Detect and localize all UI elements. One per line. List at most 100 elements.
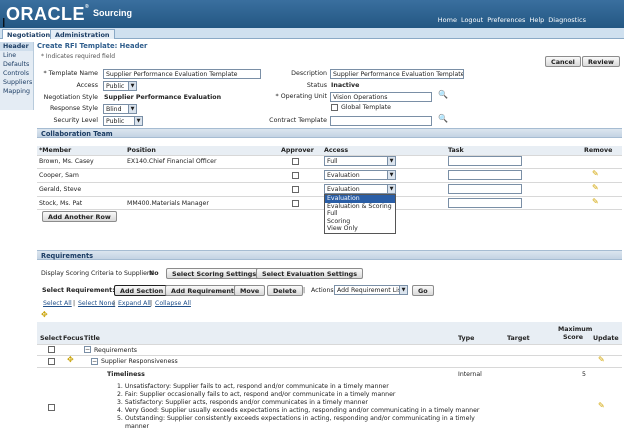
remove-icon[interactable]: ✎ [592, 197, 599, 206]
collapse-icon[interactable]: − [84, 346, 91, 353]
tab-administration[interactable]: Administration [50, 29, 115, 39]
chevron-down-icon: ▼ [134, 117, 142, 125]
search-icon[interactable]: 🔍 [438, 90, 448, 99]
requirements-table-header [37, 322, 622, 344]
preferences-link[interactable]: Preferences [487, 16, 525, 24]
task-input[interactable] [448, 198, 522, 208]
remove-icon[interactable]: ✎ [592, 183, 599, 192]
oracle-logo: ORACLE® [6, 4, 90, 24]
go-button[interactable]: Go [412, 285, 434, 296]
access-select[interactable]: Evaluation ▼ [324, 184, 396, 194]
search-icon[interactable]: 🔍 [438, 114, 448, 123]
focus-icon[interactable]: ✥ [67, 355, 74, 364]
side-navigation: Header Line Defaults Controls Suppliers … [0, 42, 34, 110]
sidenav-header[interactable]: Header [0, 42, 33, 51]
select-none-link[interactable]: Select None [78, 300, 115, 307]
separator: | [303, 287, 306, 294]
dropdown-option[interactable]: Full [325, 210, 395, 218]
chevron-down-icon: ▼ [387, 171, 395, 179]
security-level-select[interactable]: Public ▼ [103, 116, 143, 126]
help-link[interactable]: Help [529, 16, 544, 24]
task-input[interactable] [448, 184, 522, 194]
delete-button[interactable]: Delete [267, 285, 303, 296]
global-template-label: Global Template [341, 104, 391, 111]
global-template-checkbox[interactable] [331, 104, 338, 111]
actions-select[interactable]: Add Requirement List ▼ [334, 285, 408, 295]
col-member: *Member [39, 147, 72, 154]
description-label: Description [291, 70, 327, 77]
diagnostics-link[interactable]: Diagnostics [548, 16, 586, 24]
requirement-type: Internal [458, 371, 482, 378]
expand-all-link[interactable]: Expand All [118, 300, 151, 307]
contract-template-input[interactable] [330, 116, 432, 126]
move-button[interactable]: Move [234, 285, 266, 296]
task-input[interactable] [448, 156, 522, 166]
update-icon[interactable]: ✎ [598, 401, 605, 410]
chevron-down-icon: ▼ [128, 82, 136, 90]
chevron-down-icon: ▼ [399, 286, 407, 294]
tab-bar: Negotiations Administration [0, 28, 624, 39]
select-checkbox[interactable] [48, 346, 55, 353]
focus-icon[interactable]: ✥ [41, 310, 48, 319]
sidenav-controls[interactable]: Controls [0, 69, 33, 78]
chevron-down-icon: ▼ [387, 185, 395, 193]
collapse-all-link[interactable]: Collapse All [155, 300, 191, 307]
requirement-max-score: 5 [582, 371, 586, 378]
select-all-link[interactable]: Select All [43, 300, 72, 307]
response-style-select[interactable]: Blind ▼ [103, 104, 137, 114]
select-checkbox[interactable] [48, 404, 55, 411]
update-icon[interactable]: ✎ [598, 355, 605, 364]
scale-line-1: 1. Unsatisfactory: Supplier fails to act… [117, 383, 389, 390]
add-section-button[interactable]: Add Section [114, 285, 170, 296]
col-position: Position [127, 147, 156, 154]
approver-checkbox[interactable] [292, 158, 299, 165]
col-approver: Approver [281, 147, 314, 154]
member-name: Cooper, Sam [39, 172, 79, 179]
scale-line-3: 3. Satisfactory: Supplier acts, responds… [117, 399, 368, 406]
logout-link[interactable]: Logout [461, 16, 483, 24]
remove-icon[interactable]: ✎ [592, 169, 599, 178]
approver-checkbox[interactable] [292, 186, 299, 193]
global-links: Home Logout Preferences Help Diagnostics [438, 16, 586, 24]
sidenav-defaults[interactable]: Defaults [0, 60, 33, 69]
required-note: * Indicates required field [41, 53, 116, 60]
review-button[interactable]: Review [582, 56, 620, 67]
page-title: Create RFI Template: Header [37, 42, 148, 50]
scale-line-4: 4. Very Good: Supplier usually exceeds e… [117, 407, 480, 414]
select-evaluation-settings-button[interactable]: Select Evaluation Settings [256, 268, 364, 279]
add-requirement-button[interactable]: Add Requirement [165, 285, 240, 296]
access-select[interactable]: Evaluation ▼ [324, 170, 396, 180]
sidenav-suppliers[interactable]: Suppliers [0, 78, 33, 87]
operating-unit-input[interactable]: Vision Operations [330, 92, 432, 102]
cancel-button[interactable]: Cancel [545, 56, 581, 67]
col-title: Title [84, 335, 100, 342]
scale-line-6: manner [125, 423, 150, 430]
approver-checkbox[interactable] [292, 200, 299, 207]
sidenav-line[interactable]: Line [0, 51, 33, 60]
select-checkbox[interactable] [48, 358, 55, 365]
chevron-down-icon: ▼ [128, 105, 136, 113]
access-dropdown-list: Evaluation Evaluation & Scoring Full Sco… [324, 194, 396, 234]
member-name: Brown, Ms. Casey [39, 158, 94, 165]
dropdown-option[interactable]: Evaluation [325, 195, 395, 203]
sidenav-mapping[interactable]: Mapping [0, 87, 33, 96]
tree-section-label: Supplier Responsiveness [101, 358, 178, 365]
approver-checkbox[interactable] [292, 172, 299, 179]
template-name-input[interactable]: Supplier Performance Evaluation Template [103, 69, 261, 79]
home-link[interactable]: Home [438, 16, 457, 24]
dropdown-option[interactable]: Evaluation & Scoring [325, 203, 395, 211]
task-input[interactable] [448, 170, 522, 180]
description-input[interactable]: Supplier Performance Evaluation Template [330, 69, 464, 79]
dropdown-option[interactable]: View Only [325, 225, 395, 233]
col-select: Select [40, 335, 62, 342]
member-name: Stock, Ms. Pat [39, 200, 83, 207]
select-scoring-settings-button[interactable]: Select Scoring Settings [166, 268, 263, 279]
access-select[interactable]: Full ▼ [324, 156, 396, 166]
col-task: Task [448, 147, 464, 154]
dropdown-option[interactable]: Scoring [325, 218, 395, 226]
top-banner: ORACLE® Sourcing Home Logout Preferences… [0, 0, 624, 28]
access-select[interactable]: Public ▼ [103, 81, 137, 91]
add-another-row-button[interactable]: Add Another Row [42, 211, 117, 222]
collapse-icon[interactable]: − [91, 358, 98, 365]
actions-label: Actions [311, 287, 334, 294]
